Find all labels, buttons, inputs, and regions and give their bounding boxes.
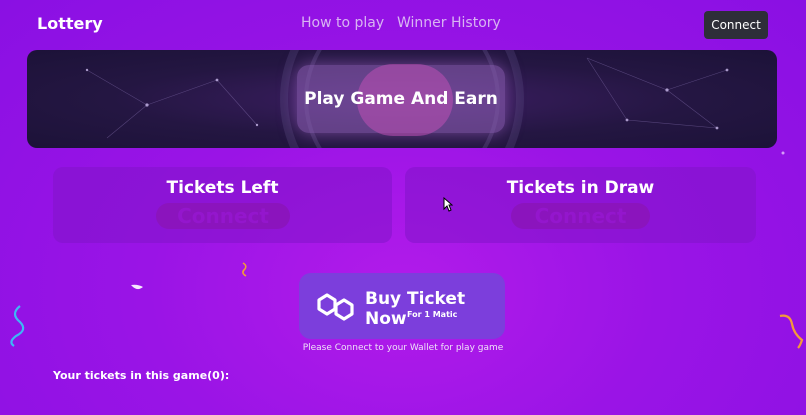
- nav-how-to-play[interactable]: How to play: [301, 15, 384, 31]
- mouse-pointer-icon: [443, 197, 453, 212]
- your-tickets-label: Your tickets in this game(0):: [53, 369, 230, 382]
- navbar: Lottery How to play Winner History Conne…: [0, 0, 806, 48]
- confetti-decoration: [779, 314, 804, 349]
- hero-banner: Play Game And Earn: [27, 50, 777, 148]
- tickets-left-card: Tickets Left Connect: [53, 167, 392, 243]
- buy-ticket-button[interactable]: Buy Ticket Now For 1 Matic: [299, 273, 505, 339]
- tickets-in-draw-connect-pill[interactable]: Connect: [511, 203, 650, 229]
- tickets-left-connect-pill[interactable]: Connect: [156, 203, 290, 229]
- tickets-in-draw-title: Tickets in Draw: [506, 178, 655, 198]
- connect-wallet-button[interactable]: Connect: [704, 11, 768, 39]
- brand-title[interactable]: Lottery: [37, 14, 103, 33]
- confetti-decoration: [10, 305, 25, 347]
- tickets-left-title: Tickets Left: [166, 178, 279, 198]
- buy-ticket-label: Buy Ticket Now: [365, 289, 466, 329]
- buy-ticket-price: For 1 Matic: [407, 310, 458, 319]
- wallet-connect-note: Please Connect to your Wallet for play g…: [302, 343, 504, 353]
- polygon-matic-icon: [317, 293, 354, 321]
- banner-title: Play Game And Earn: [304, 89, 498, 109]
- nav-winner-history[interactable]: Winner History: [397, 15, 501, 31]
- tickets-in-draw-card: Tickets in Draw Connect: [405, 167, 756, 243]
- confetti-decoration: [781, 151, 785, 155]
- confetti-decoration: [131, 284, 143, 290]
- confetti-decoration: [242, 262, 247, 277]
